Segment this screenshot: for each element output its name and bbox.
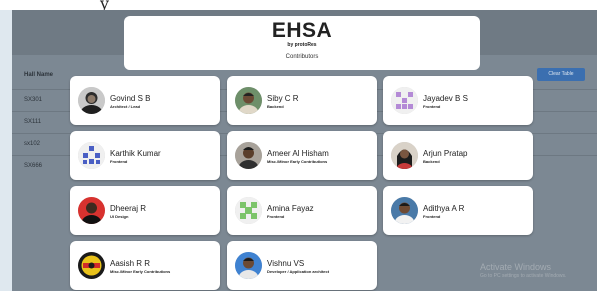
avatar [78,252,105,279]
contributor-name: Arjun Pratap [423,149,468,158]
avatar [235,142,262,169]
brand-title: EHSA [271,19,333,42]
table-header-hall-name: Hall Name [24,72,54,78]
contributor-card[interactable]: Govind S B Architect / Lead [70,76,220,125]
contributor-card[interactable]: Amina Fayaz Frontend [227,186,377,235]
avatar [235,252,262,279]
contributor-card[interactable]: Adithya A R Frontend [383,186,533,235]
contributor-card[interactable]: Arjun Pratap Backend [383,131,533,180]
avatar [391,197,418,224]
identicon-avatar [235,197,262,224]
contributor-card[interactable]: Aasish R R Misc./Minor Early Contributio… [70,241,220,290]
contributor-role: Frontend [423,104,441,109]
contributor-card[interactable]: Vishnu VS Developer / Application archit… [227,241,377,290]
watermark-subtitle: Go to PC settings to activate Windows. [480,273,567,279]
contributor-role: Backend [423,159,440,164]
contributor-name: Vishnu VS [267,259,305,268]
avatar [235,87,262,114]
section-title: Contributors [285,54,319,60]
avatar [78,87,105,114]
contributor-name: Karthik Kumar [110,149,161,158]
table-cell: sx102 [24,141,41,147]
contributor-name: Aasish R R [110,259,151,268]
contributor-card[interactable]: Jayadev B S Frontend [383,76,533,125]
contributor-role: Architect / Lead [110,104,141,109]
contributor-name: Jayadev B S [423,94,468,103]
clear-table-button[interactable]: Clear Table [537,68,585,81]
contributor-name: Dheeraj R [110,204,147,213]
contributor-role: Frontend [267,214,285,219]
identicon-avatar [78,142,105,169]
watermark-title: Activate Windows [480,262,552,272]
browser-strip: y [0,0,597,13]
contributor-role: Developer / Application architect [267,269,330,274]
table-cell: SX666 [24,163,43,169]
brand-subtitle: by protoRes [287,42,317,48]
contributor-card[interactable]: Ameer Al Hisham Misc./Minor Early Contri… [227,131,377,180]
contributor-name: Siby C R [267,94,299,103]
contributors-header-card: EHSA by protoRes Contributors [124,16,480,70]
contributor-name: Ameer Al Hisham [267,149,329,158]
contributor-name: Adithya A R [423,204,465,213]
contributor-role: Misc./Minor Early Contributions [267,159,328,164]
identicon-avatar [391,87,418,114]
contributor-card[interactable]: Dheeraj R UI Design [70,186,220,235]
contributor-card[interactable]: Siby C R Backend [227,76,377,125]
avatar [78,197,105,224]
contributor-card[interactable]: Karthik Kumar Frontend [70,131,220,180]
contributor-role: Misc./Minor Early Contributions [110,269,171,274]
table-cell: SX111 [24,119,42,125]
contributor-role: Backend [267,104,284,109]
avatar [391,142,418,169]
contributor-role: Frontend [110,159,128,164]
activate-windows-watermark: Activate Windows Go to PC settings to ac… [480,262,566,279]
contributor-name: Amina Fayaz [267,204,314,213]
table-cell: SX301 [24,97,43,103]
contributor-name: Govind S B [110,94,151,103]
contributor-role: Frontend [423,214,441,219]
contributor-role: UI Design [110,214,129,219]
